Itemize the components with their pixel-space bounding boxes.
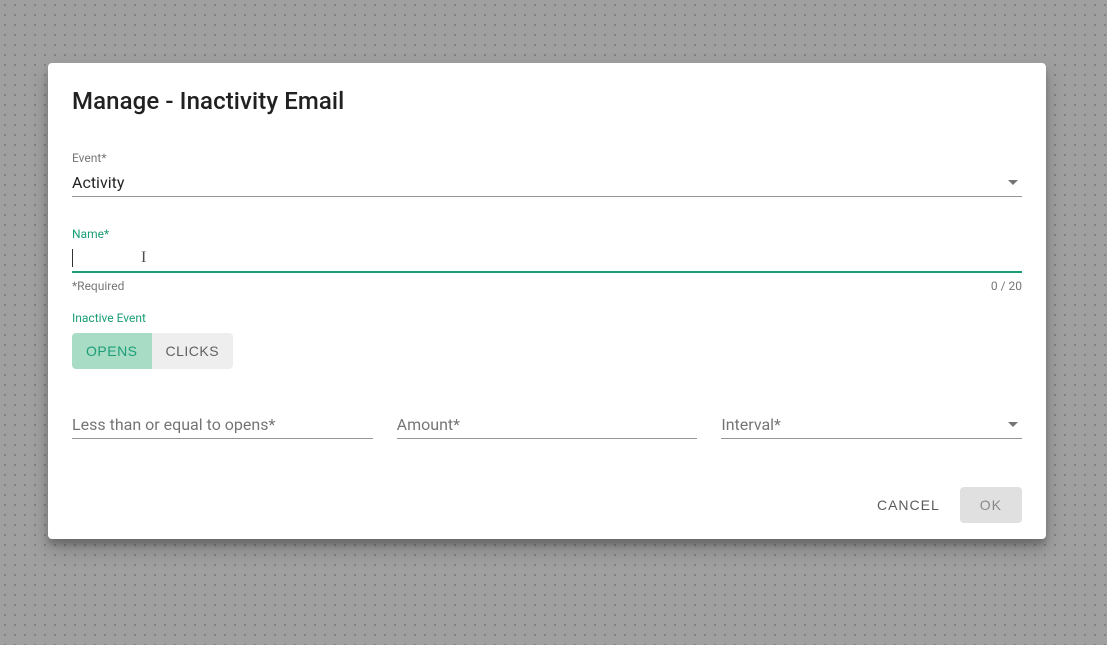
amount-placeholder: Amount*	[397, 415, 698, 434]
inactive-event-toggle: OPENS CLICKS	[72, 333, 233, 369]
interval-placeholder: Interval*	[721, 415, 1008, 434]
name-input-wrapper: I	[72, 245, 1022, 273]
name-field: Name* I *Required 0 / 20	[72, 227, 1022, 293]
dropdown-icon	[1008, 180, 1018, 185]
dialog-actions: CANCEL OK	[72, 487, 1022, 523]
inactive-event-section: Inactive Event OPENS CLICKS	[72, 311, 1022, 369]
toggle-clicks[interactable]: CLICKS	[152, 333, 234, 369]
opens-threshold-field[interactable]: Less than or equal to opens*	[72, 411, 373, 439]
event-label: Event*	[72, 151, 1022, 165]
event-field: Event* Activity	[72, 151, 1022, 197]
dropdown-icon	[1008, 422, 1018, 427]
char-counter: 0 / 20	[991, 279, 1022, 293]
interval-field[interactable]: Interval*	[721, 411, 1022, 439]
name-input[interactable]	[73, 245, 1022, 271]
criteria-row: Less than or equal to opens* Amount* Int…	[72, 411, 1022, 439]
manage-inactivity-email-dialog: Manage - Inactivity Email Event* Activit…	[48, 63, 1046, 539]
name-label: Name*	[72, 227, 1022, 241]
event-select[interactable]: Activity	[72, 169, 1022, 197]
inactive-event-label: Inactive Event	[72, 311, 1022, 325]
opens-threshold-placeholder: Less than or equal to opens*	[72, 415, 373, 434]
event-select-value: Activity	[72, 173, 1008, 192]
required-hint: *Required	[72, 279, 124, 293]
dialog-title: Manage - Inactivity Email	[72, 87, 1022, 115]
ok-button[interactable]: OK	[960, 487, 1022, 523]
toggle-opens[interactable]: OPENS	[72, 333, 152, 369]
cancel-button[interactable]: CANCEL	[865, 487, 952, 523]
amount-field[interactable]: Amount*	[397, 411, 698, 439]
name-helper-row: *Required 0 / 20	[72, 279, 1022, 293]
